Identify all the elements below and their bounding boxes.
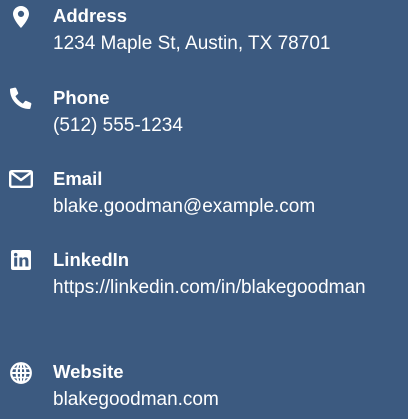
map-pin-icon — [9, 5, 33, 29]
email-label: Email — [53, 168, 103, 189]
globe-icon — [9, 361, 33, 385]
contact-list: Address 1234 Maple St, Austin, TX 78701 … — [0, 0, 408, 419]
linkedin-link[interactable]: https://linkedin.com/in/blakegoodman — [53, 273, 403, 302]
address-value: 1234 Maple St, Austin, TX 78701 — [53, 33, 331, 54]
phone-label: Phone — [53, 87, 110, 108]
phone-icon — [9, 86, 33, 110]
linkedin-label: LinkedIn — [53, 249, 130, 270]
website-link[interactable]: blakegoodman.com — [53, 385, 403, 414]
email-value: blake.goodman@example.com — [53, 196, 316, 217]
website-label: Website — [53, 361, 124, 382]
envelope-icon — [9, 167, 33, 191]
phone-value: (512) 555-1234 — [53, 115, 183, 136]
linkedin-icon — [9, 248, 33, 272]
address-label: Address — [53, 5, 128, 26]
